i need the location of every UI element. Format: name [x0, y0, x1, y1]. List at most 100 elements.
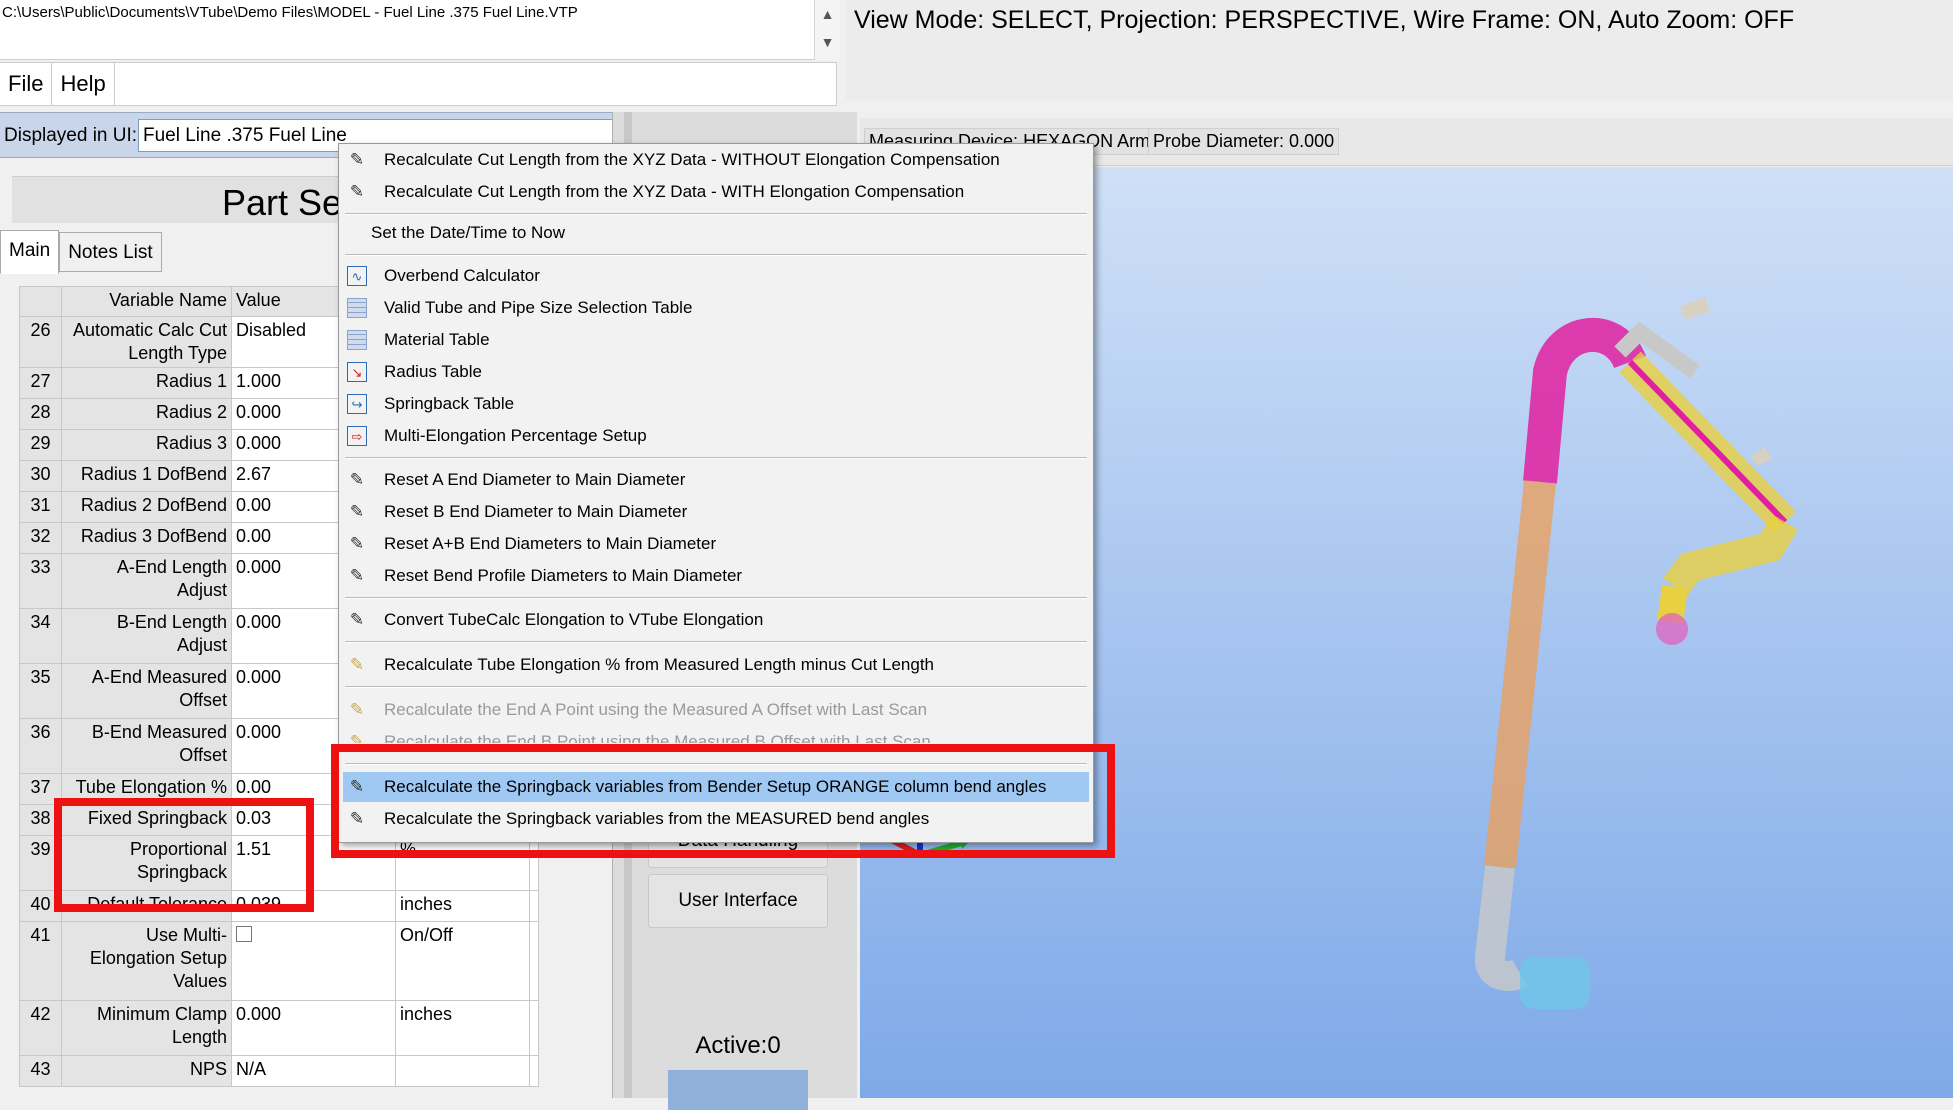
variable-name: Radius 3 DofBend — [61, 522, 232, 554]
menu-item-reset-ab-end[interactable]: ✎ Reset A+B End Diameters to Main Diamete… — [343, 529, 1089, 559]
menu-item-reset-b-end[interactable]: ✎ Reset B End Diameter to Main Diameter — [343, 497, 1089, 527]
scroll-down-icon[interactable]: ▼ — [815, 28, 840, 56]
menu-item-label: Material Table — [384, 330, 490, 349]
table-row[interactable]: 41 Use Multi-Elongation Setup Values On/Of… — [19, 921, 539, 1001]
calc-icon: ✎ — [349, 534, 365, 553]
springback-table-icon: ↪ — [347, 394, 367, 414]
row-number: 28 — [19, 398, 62, 430]
active-counter: Active:0 — [695, 1032, 781, 1059]
calc-icon: ✎ — [349, 182, 365, 201]
variable-unit — [395, 1055, 530, 1087]
menu-help[interactable]: Help — [52, 63, 115, 105]
menu-item-recalc-elongation[interactable]: ✎ Recalculate Tube Elongation % from Meas… — [343, 650, 1089, 680]
variable-name-header: Variable Name — [61, 286, 232, 317]
menu-item-reset-a-end[interactable]: ✎ Reset A End Diameter to Main Diameter — [343, 465, 1089, 495]
menu-separator — [345, 254, 1087, 256]
variable-unit: inches — [395, 1000, 530, 1056]
menu-item-reset-bend-profile[interactable]: ✎ Reset Bend Profile Diameters to Main Di… — [343, 561, 1089, 591]
probe-diameter-status: Probe Diameter: 0.000 — [1148, 128, 1340, 155]
context-menu: ✎ Recalculate Cut Length from the XYZ Dat… — [338, 143, 1094, 843]
row-number: 35 — [19, 663, 62, 719]
row-number: 36 — [19, 718, 62, 774]
scroll-up-icon[interactable]: ▲ — [815, 0, 840, 28]
table-row[interactable]: 42 Minimum Clamp Length 0.000 inches — [19, 1000, 539, 1056]
tab-bar: Main Notes List — [0, 230, 162, 274]
variable-name: B-End Length Adjust — [61, 608, 232, 664]
menu-item-springback-table[interactable]: ↪ Springback Table — [343, 389, 1089, 419]
row-number: 33 — [19, 553, 62, 609]
variable-name: Radius 1 DofBend — [61, 460, 232, 492]
extra-cell — [529, 890, 539, 922]
menu-item-recalc-cut-without[interactable]: ✎ Recalculate Cut Length from the XYZ Dat… — [343, 145, 1089, 175]
variable-name: Automatic Calc Cut Length Type — [61, 316, 232, 368]
menu-item-label: Convert TubeCalc Elongation to VTube Elo… — [384, 610, 764, 629]
menu-item-label: Reset Bend Profile Diameters to Main Dia… — [384, 566, 743, 585]
variable-value[interactable]: 0.000 — [231, 1000, 396, 1056]
menu-item-valid-size-table[interactable]: Valid Tube and Pipe Size Selection Table — [343, 293, 1089, 323]
variable-name: B-End Measured Offset — [61, 718, 232, 774]
extra-cell — [529, 1000, 539, 1056]
menu-item-recalc-cut-with[interactable]: ✎ Recalculate Cut Length from the XYZ Dat… — [343, 177, 1089, 207]
row-number: 34 — [19, 608, 62, 664]
highlight-box-menu — [331, 744, 1115, 858]
wave-chart-icon: ∿ — [347, 266, 367, 286]
menu-item-set-date-time[interactable]: Set the Date/Time to Now — [343, 218, 1089, 248]
calc-icon: ✎ — [349, 655, 365, 674]
variable-name: Use Multi-Elongation Setup Values — [61, 921, 232, 1001]
variable-name: NPS — [61, 1055, 232, 1087]
menu-separator — [345, 686, 1087, 688]
menu-item-convert-tubecalc[interactable]: ✎ Convert TubeCalc Elongation to VTube El… — [343, 605, 1089, 635]
part-setup-header: Part Se — [12, 176, 342, 223]
highlight-box-springback — [54, 798, 314, 912]
menu-file[interactable]: File — [0, 63, 53, 105]
view-mode-status: View Mode: SELECT, Projection: PERSPECTI… — [854, 6, 1795, 34]
grid-table-icon — [347, 330, 367, 350]
menu-item-label: Overbend Calculator — [384, 266, 540, 285]
tab-notes-list[interactable]: Notes List — [59, 232, 162, 272]
row-number: 30 — [19, 460, 62, 492]
grid-table-icon — [347, 298, 367, 318]
num-header — [19, 286, 62, 317]
row-number: 32 — [19, 522, 62, 554]
variable-name: A-End Measured Offset — [61, 663, 232, 719]
radius-table-icon: ↘ — [347, 362, 367, 382]
menu-item-label: Recalculate the End A Point using the Me… — [384, 700, 928, 719]
variable-name: Radius 2 — [61, 398, 232, 430]
variable-value[interactable] — [231, 921, 396, 1001]
row-number: 29 — [19, 429, 62, 461]
row-number: 26 — [19, 316, 62, 368]
menu-item-label: Radius Table — [384, 362, 482, 381]
menu-item-radius-table[interactable]: ↘ Radius Table — [343, 357, 1089, 387]
menu-item-multi-elongation[interactable]: ⇨ Multi-Elongation Percentage Setup — [343, 421, 1089, 451]
variable-value[interactable]: N/A — [231, 1055, 396, 1087]
menu-item-recalc-end-b: ✎ Recalculate the End B Point using the M… — [343, 727, 1089, 743]
calc-icon: ✎ — [349, 566, 365, 585]
calc-icon: ✎ — [349, 470, 365, 489]
path-scrollbar[interactable]: ▲ ▼ — [814, 0, 840, 60]
displayed-label: Displayed in UI: — [4, 125, 138, 146]
multi-elongation-checkbox[interactable] — [236, 926, 252, 942]
menu-item-overbend-calculator[interactable]: ∿ Overbend Calculator — [343, 261, 1089, 291]
tube-3d-model — [1475, 297, 1798, 1009]
calc-icon: ✎ — [349, 610, 365, 629]
menu-item-material-table[interactable]: Material Table — [343, 325, 1089, 355]
menu-separator — [345, 597, 1087, 599]
variable-name: A-End Length Adjust — [61, 553, 232, 609]
variable-unit: On/Off — [395, 921, 530, 1001]
menu-separator — [345, 457, 1087, 459]
view-mode-bar: View Mode: SELECT, Projection: PERSPECTI… — [846, 0, 1953, 100]
table-row[interactable]: 43 NPS N/A — [19, 1055, 539, 1087]
calc-icon: ✎ — [349, 502, 365, 521]
calc-icon: ✎ — [349, 732, 365, 743]
user-interface-button[interactable]: User Interface — [648, 874, 828, 928]
menu-item-label: Recalculate the End B Point using the Me… — [384, 732, 931, 743]
row-number: 31 — [19, 491, 62, 523]
menu-item-label: Multi-Elongation Percentage Setup — [384, 426, 647, 445]
variable-name: Radius 2 DofBend — [61, 491, 232, 523]
calc-icon: ✎ — [349, 700, 365, 719]
variable-name: Radius 1 — [61, 367, 232, 399]
row-number: 43 — [19, 1055, 62, 1087]
row-number: 42 — [19, 1000, 62, 1056]
tab-main[interactable]: Main — [0, 230, 60, 274]
menu-item-label: Springback Table — [384, 394, 515, 413]
